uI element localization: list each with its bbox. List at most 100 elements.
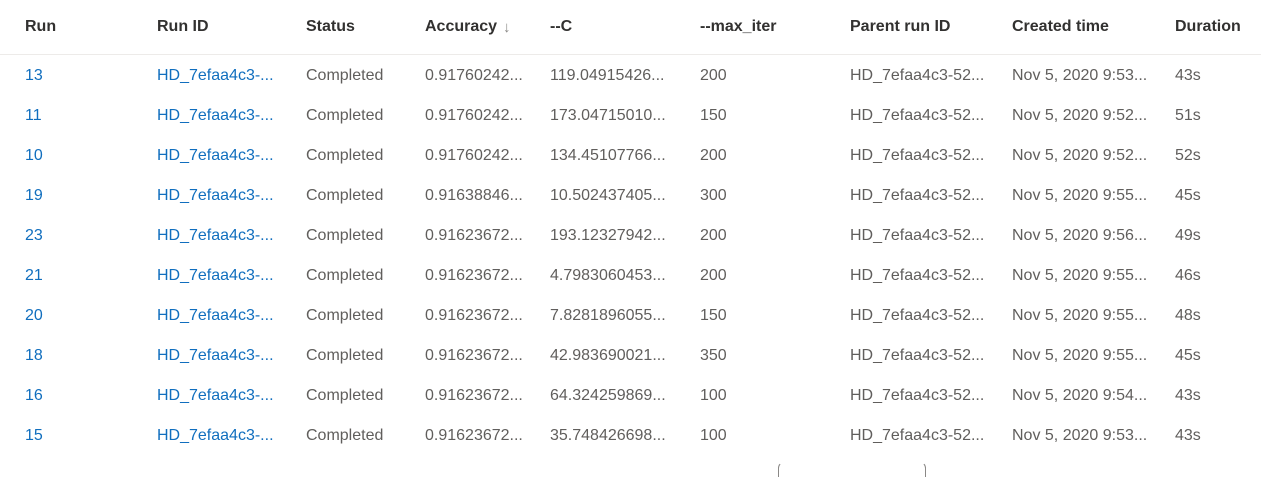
- accuracy-cell: 0.91623672...: [425, 427, 523, 444]
- column-header-label: Parent run ID: [850, 18, 951, 35]
- run-number-link[interactable]: 20: [25, 296, 135, 336]
- created-time-cell: Nov 5, 2020 9:55...: [1012, 267, 1148, 284]
- duration-cell: 46s: [1175, 267, 1201, 284]
- duration-cell: 43s: [1175, 427, 1201, 444]
- run-number-link[interactable]: 16: [25, 376, 135, 416]
- run-id-link[interactable]: HD_7efaa4c3-...: [157, 96, 287, 136]
- status-cell: Completed: [306, 227, 384, 244]
- run-number-link[interactable]: 13: [25, 56, 135, 96]
- accuracy-cell: 0.91760242...: [425, 67, 523, 84]
- created-time-cell: Nov 5, 2020 9:52...: [1012, 107, 1148, 124]
- table-row: 11 HD_7efaa4c3-... Completed 0.91760242.…: [0, 96, 1261, 136]
- c-param-cell: 42.983690021...: [550, 347, 666, 364]
- c-param-cell: 10.502437405...: [550, 187, 666, 204]
- column-header-parent-run-id[interactable]: Parent run ID: [850, 0, 995, 54]
- column-header-accuracy[interactable]: Accuracy ↓: [425, 0, 537, 54]
- status-cell: Completed: [306, 147, 384, 164]
- parent-run-id-cell: HD_7efaa4c3-52...: [850, 387, 985, 404]
- run-number-link[interactable]: 15: [25, 416, 135, 456]
- status-cell: Completed: [306, 267, 384, 284]
- column-header-max-iter[interactable]: --max_iter: [700, 0, 830, 54]
- status-cell: Completed: [306, 67, 384, 84]
- column-header-run[interactable]: Run: [25, 0, 135, 54]
- duration-cell: 49s: [1175, 227, 1201, 244]
- table-row: 19 HD_7efaa4c3-... Completed 0.91638846.…: [0, 176, 1261, 216]
- max-iter-cell: 100: [700, 427, 727, 444]
- table-row: 13 HD_7efaa4c3-... Completed 0.91760242.…: [0, 56, 1261, 96]
- parent-run-id-cell: HD_7efaa4c3-52...: [850, 67, 985, 84]
- table-body: 13 HD_7efaa4c3-... Completed 0.91760242.…: [0, 56, 1261, 456]
- column-header-label: Run: [25, 18, 57, 35]
- accuracy-cell: 0.91760242...: [425, 107, 523, 124]
- column-header-label: --C: [550, 18, 573, 35]
- column-header-label: Accuracy: [425, 18, 498, 35]
- parent-run-id-cell: HD_7efaa4c3-52...: [850, 147, 985, 164]
- column-header-c[interactable]: --C: [550, 0, 680, 54]
- run-number-link[interactable]: 10: [25, 136, 135, 176]
- status-cell: Completed: [306, 427, 384, 444]
- created-time-cell: Nov 5, 2020 9:53...: [1012, 427, 1148, 444]
- created-time-cell: Nov 5, 2020 9:53...: [1012, 67, 1148, 84]
- table-row: 18 HD_7efaa4c3-... Completed 0.91623672.…: [0, 336, 1261, 376]
- accuracy-cell: 0.91623672...: [425, 267, 523, 284]
- run-id-link[interactable]: HD_7efaa4c3-...: [157, 296, 287, 336]
- column-header-duration[interactable]: Duration: [1175, 0, 1255, 54]
- table-row: 16 HD_7efaa4c3-... Completed 0.91623672.…: [0, 376, 1261, 416]
- created-time-cell: Nov 5, 2020 9:55...: [1012, 347, 1148, 364]
- c-param-cell: 193.12327942...: [550, 227, 666, 244]
- run-id-link[interactable]: HD_7efaa4c3-...: [157, 136, 287, 176]
- runs-table: Run Run ID Status Accuracy ↓ --C --max_i…: [0, 0, 1261, 456]
- max-iter-cell: 200: [700, 147, 727, 164]
- created-time-cell: Nov 5, 2020 9:55...: [1012, 187, 1148, 204]
- accuracy-cell: 0.91623672...: [425, 307, 523, 324]
- table-row: 15 HD_7efaa4c3-... Completed 0.91623672.…: [0, 416, 1261, 456]
- column-header-label: Status: [306, 18, 355, 35]
- c-param-cell: 35.748426698...: [550, 427, 666, 444]
- duration-cell: 51s: [1175, 107, 1201, 124]
- run-id-link[interactable]: HD_7efaa4c3-...: [157, 56, 287, 96]
- run-id-link[interactable]: HD_7efaa4c3-...: [157, 216, 287, 256]
- column-header-created-time[interactable]: Created time: [1012, 0, 1167, 54]
- max-iter-cell: 200: [700, 267, 727, 284]
- created-time-cell: Nov 5, 2020 9:54...: [1012, 387, 1148, 404]
- table-row: 21 HD_7efaa4c3-... Completed 0.91623672.…: [0, 256, 1261, 296]
- run-id-link[interactable]: HD_7efaa4c3-...: [157, 336, 287, 376]
- duration-cell: 43s: [1175, 387, 1201, 404]
- max-iter-cell: 150: [700, 107, 727, 124]
- accuracy-cell: 0.91623672...: [425, 387, 523, 404]
- run-number-link[interactable]: 19: [25, 176, 135, 216]
- column-header-status[interactable]: Status: [306, 0, 411, 54]
- run-id-link[interactable]: HD_7efaa4c3-...: [157, 416, 287, 456]
- run-id-link[interactable]: HD_7efaa4c3-...: [157, 176, 287, 216]
- column-header-label: --max_iter: [700, 18, 777, 35]
- created-time-cell: Nov 5, 2020 9:52...: [1012, 147, 1148, 164]
- run-id-link[interactable]: HD_7efaa4c3-...: [157, 256, 287, 296]
- created-time-cell: Nov 5, 2020 9:56...: [1012, 227, 1148, 244]
- parent-run-id-cell: HD_7efaa4c3-52...: [850, 187, 985, 204]
- status-cell: Completed: [306, 187, 384, 204]
- accuracy-cell: 0.91623672...: [425, 227, 523, 244]
- status-cell: Completed: [306, 307, 384, 324]
- run-number-link[interactable]: 23: [25, 216, 135, 256]
- accuracy-cell: 0.91638846...: [425, 187, 523, 204]
- table-row: 20 HD_7efaa4c3-... Completed 0.91623672.…: [0, 296, 1261, 336]
- run-number-link[interactable]: 18: [25, 336, 135, 376]
- run-id-link[interactable]: HD_7efaa4c3-...: [157, 376, 287, 416]
- max-iter-cell: 150: [700, 307, 727, 324]
- column-header-label: Created time: [1012, 18, 1109, 35]
- max-iter-cell: 200: [700, 67, 727, 84]
- parent-run-id-cell: HD_7efaa4c3-52...: [850, 307, 985, 324]
- column-header-run-id[interactable]: Run ID: [157, 0, 287, 54]
- c-param-cell: 64.324259869...: [550, 387, 666, 404]
- sort-descending-icon: ↓: [503, 18, 511, 36]
- duration-cell: 45s: [1175, 347, 1201, 364]
- run-number-link[interactable]: 11: [25, 96, 135, 136]
- max-iter-cell: 350: [700, 347, 727, 364]
- c-param-cell: 7.8281896055...: [550, 307, 666, 324]
- parent-run-id-cell: HD_7efaa4c3-52...: [850, 267, 985, 284]
- table-row: 10 HD_7efaa4c3-... Completed 0.91760242.…: [0, 136, 1261, 176]
- max-iter-cell: 100: [700, 387, 727, 404]
- run-number-link[interactable]: 21: [25, 256, 135, 296]
- table-header: Run Run ID Status Accuracy ↓ --C --max_i…: [0, 0, 1261, 55]
- c-param-cell: 119.04915426...: [550, 67, 665, 84]
